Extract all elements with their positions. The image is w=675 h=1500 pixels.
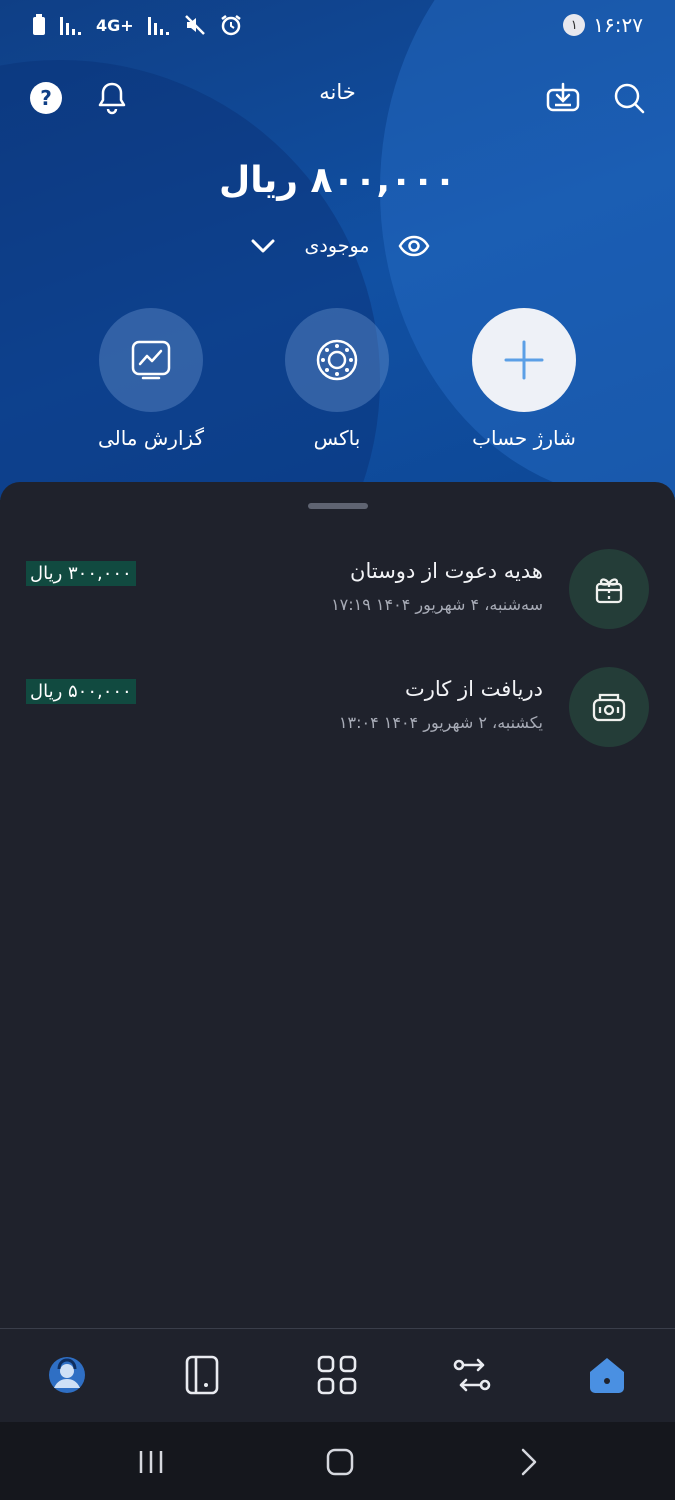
balance-toggle[interactable]: موجودی [250,228,430,264]
charge-account-label: شارژ حساب [472,426,576,450]
status-bar: 4G+ ۱ ۱۶:۲۷ [0,0,675,50]
chart-icon [131,340,171,380]
charge-account-button[interactable]: شارژ حساب [434,308,614,450]
back-button[interactable] [509,1442,549,1482]
financial-report-button[interactable]: گزارش مالی [61,308,241,450]
nav-services[interactable] [313,1351,361,1399]
home-square-icon [326,1448,354,1476]
hero-header: 4G+ ۱ ۱۶:۲۷ ? خانه ۸۰۰,۰۰۰ ریال موجودی ش… [0,0,675,500]
financial-report-circle[interactable] [99,308,203,412]
status-icons: 4G+ [32,14,242,36]
transaction-icon-wrap [569,549,649,629]
nav-cards[interactable] [178,1351,226,1399]
transaction-icon-wrap [569,667,649,747]
plus-icon [504,340,544,380]
transaction-amount: ۵۰۰,۰۰۰ ریال [26,679,136,704]
transaction-amount: ۳۰۰,۰۰۰ ریال [26,561,136,586]
eye-icon[interactable] [398,235,430,257]
sheet-drag-handle[interactable] [308,503,368,509]
chevron-right-icon [521,1448,537,1476]
balance-amount: ۸۰۰,۰۰۰ ریال [218,160,457,201]
nav-transfer[interactable] [448,1351,496,1399]
gift-icon [595,578,623,604]
chevron-down-icon [251,239,275,253]
cash-icon [592,693,626,722]
signal-icon [147,17,169,35]
status-time-group: ۱ ۱۶:۲۷ [563,13,643,37]
network-type: 4G+ [96,15,134,35]
recents-icon [139,1451,163,1473]
quick-actions: شارژ حساب باکس گزارش مالی [0,308,675,468]
box-icon [316,339,358,381]
charge-account-circle[interactable] [472,308,576,412]
avatar-icon [49,1357,85,1393]
notification-count-badge: ۱ [563,14,586,36]
transfer-icon [453,1358,491,1392]
transaction-item[interactable]: هدیه دعوت از دوستان سه‌شنبه، ۴ شهریور ۱۴… [0,549,675,639]
app-screen: 4G+ ۱ ۱۶:۲۷ ? خانه ۸۰۰,۰۰۰ ریال موجودی ش… [0,0,675,1500]
balance-label: موجودی [304,235,370,257]
recent-apps-button[interactable] [131,1442,171,1482]
grid-icon [317,1355,357,1395]
system-navigation-bar [0,1422,675,1500]
search-button[interactable] [607,76,651,120]
alarm-icon [220,15,241,36]
top-bar: ? خانه [0,70,675,126]
card-icon [185,1355,219,1395]
search-icon [614,83,645,114]
transactions-sheet: هدیه دعوت از دوستان سه‌شنبه، ۴ شهریور ۱۴… [0,482,675,1328]
mute-icon [184,15,205,35]
box-circle[interactable] [285,308,389,412]
box-label: باکس [313,426,361,450]
transaction-item[interactable]: دریافت از کارت یکشنبه، ۲ شهریور ۱۴۰۴ ۱۳:… [0,667,675,757]
transaction-date: یکشنبه، ۲ شهریور ۱۴۰۴ ۱۳:۰۴ [338,713,543,732]
signal-icon [60,17,81,35]
receive-button[interactable] [541,76,585,120]
nav-profile[interactable] [43,1351,91,1399]
bottom-navigation [0,1328,675,1422]
transaction-date: سه‌شنبه، ۴ شهریور ۱۴۰۴ ۱۷:۱۹ [331,595,543,614]
transaction-title: هدیه دعوت از دوستان [350,559,543,583]
status-time: ۱۶:۲۷ [593,13,643,37]
download-tray-icon [546,82,580,112]
home-icon [590,1358,624,1393]
nav-home[interactable] [583,1351,631,1399]
battery-icon [33,14,45,35]
financial-report-label: گزارش مالی [97,426,205,450]
box-button[interactable]: باکس [247,308,427,450]
home-system-button[interactable] [320,1442,360,1482]
transaction-title: دریافت از کارت [404,677,543,701]
